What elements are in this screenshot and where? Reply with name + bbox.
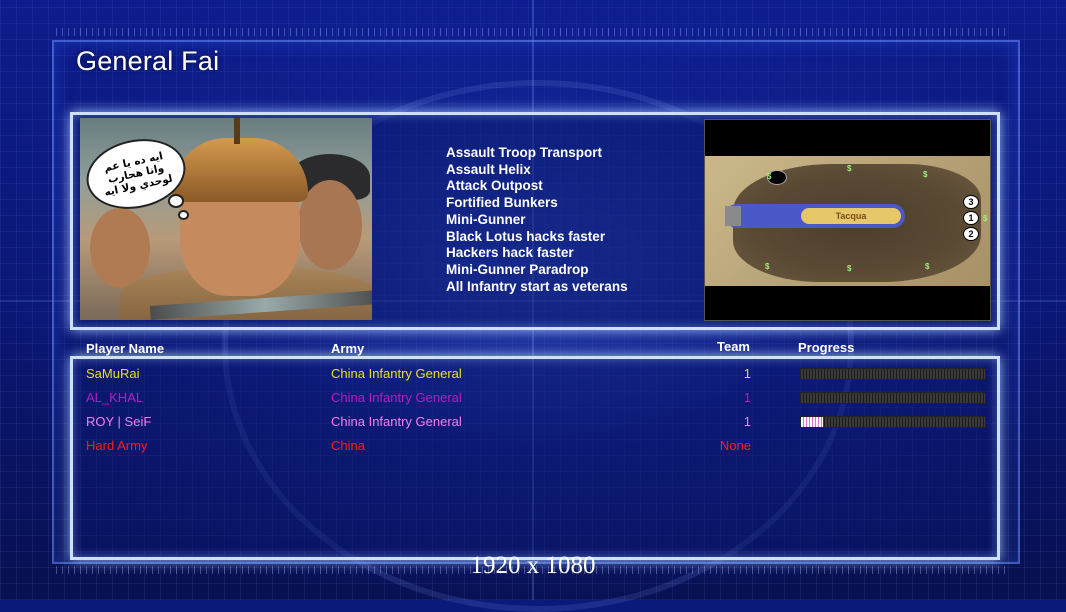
player-army: China Infantry General — [331, 390, 462, 405]
player-team: None — [719, 438, 751, 453]
loading-progress-bar — [800, 368, 986, 380]
map-island-label: Tacqua — [801, 208, 901, 224]
player-team: 1 — [743, 366, 751, 381]
page-title: General Fai — [76, 46, 220, 76]
player-row[interactable]: ROY | SeiF China Infantry General 1 — [86, 414, 986, 434]
general-portrait: ايه ده يا عم وانا هحارب لوحدي ولا ايه — [80, 118, 372, 320]
player-army: China Infantry General — [331, 366, 462, 381]
start-position-marker[interactable]: 1 — [963, 211, 979, 225]
ruler-top — [56, 28, 1010, 36]
players-panel — [70, 356, 1000, 560]
header-progress: Progress — [798, 340, 855, 355]
upgrade-item: Fortified Bunkers — [446, 195, 558, 211]
minimap: Tacqua $ $ $ $ $ $ $ 3 1 2 — [704, 119, 991, 321]
helmet-spike — [234, 118, 240, 144]
start-position-marker[interactable]: 3 — [963, 195, 979, 209]
supply-dot: $ — [983, 214, 988, 223]
thought-dot — [168, 194, 184, 208]
supply-dot: $ — [925, 262, 930, 271]
start-position-marker[interactable]: 2 — [963, 227, 979, 241]
upgrade-item: Black Lotus hacks faster — [446, 228, 606, 244]
upgrade-item: Mini-Gunner Paradrop — [446, 261, 589, 277]
loading-progress-bar — [800, 392, 986, 404]
player-row[interactable]: SaMuRai China Infantry General 1 — [86, 366, 986, 386]
player-army: China Infantry General — [331, 414, 462, 429]
upgrade-item: All Infantry start as veterans — [446, 278, 628, 294]
map-terrain: Tacqua $ $ $ $ $ $ $ 3 1 2 — [705, 156, 990, 286]
upgrade-item: Assault Troop Transport — [446, 145, 603, 160]
upgrade-list: Assault Troop Transport Assault Helix Atta… — [446, 145, 628, 295]
upgrade-item: Mini-Gunner — [446, 211, 526, 227]
player-name: AL_KHAL — [86, 390, 144, 405]
supply-dot: $ — [767, 172, 772, 181]
player-team: 1 — [743, 390, 751, 405]
supply-dot: $ — [765, 262, 770, 271]
player-army: China — [331, 438, 365, 453]
resolution-label: 1920 x 1080 — [470, 552, 596, 579]
supply-dot: $ — [847, 164, 852, 173]
portrait-figure-left — [90, 208, 150, 288]
player-team: 1 — [743, 414, 751, 429]
player-name: SaMuRai — [86, 366, 140, 381]
supply-dot: $ — [847, 264, 852, 273]
supply-dot: $ — [923, 170, 928, 179]
player-name: ROY | SeiF — [86, 414, 152, 429]
speech-bubble-text: ايه ده يا عم وانا هحارب لوحدي ولا ايه — [103, 150, 174, 199]
loading-progress-bar — [800, 416, 986, 428]
player-name: Hard Army — [86, 438, 148, 453]
portrait-helmet — [172, 138, 308, 202]
loading-progress-fill — [801, 417, 824, 427]
header-army: Army — [331, 341, 365, 356]
upgrade-item: Hackers hack faster — [446, 245, 574, 261]
header-team: Team — [717, 339, 750, 354]
upgrade-item: Assault Helix — [446, 161, 531, 177]
player-row[interactable]: AL_KHAL China Infantry General 1 — [86, 390, 986, 410]
player-row[interactable]: Hard Army China None — [86, 438, 986, 458]
map-bridge — [725, 206, 741, 226]
upgrade-item: Attack Outpost — [446, 178, 543, 194]
header-player-name: Player Name — [86, 341, 165, 356]
thought-dot — [178, 210, 189, 220]
